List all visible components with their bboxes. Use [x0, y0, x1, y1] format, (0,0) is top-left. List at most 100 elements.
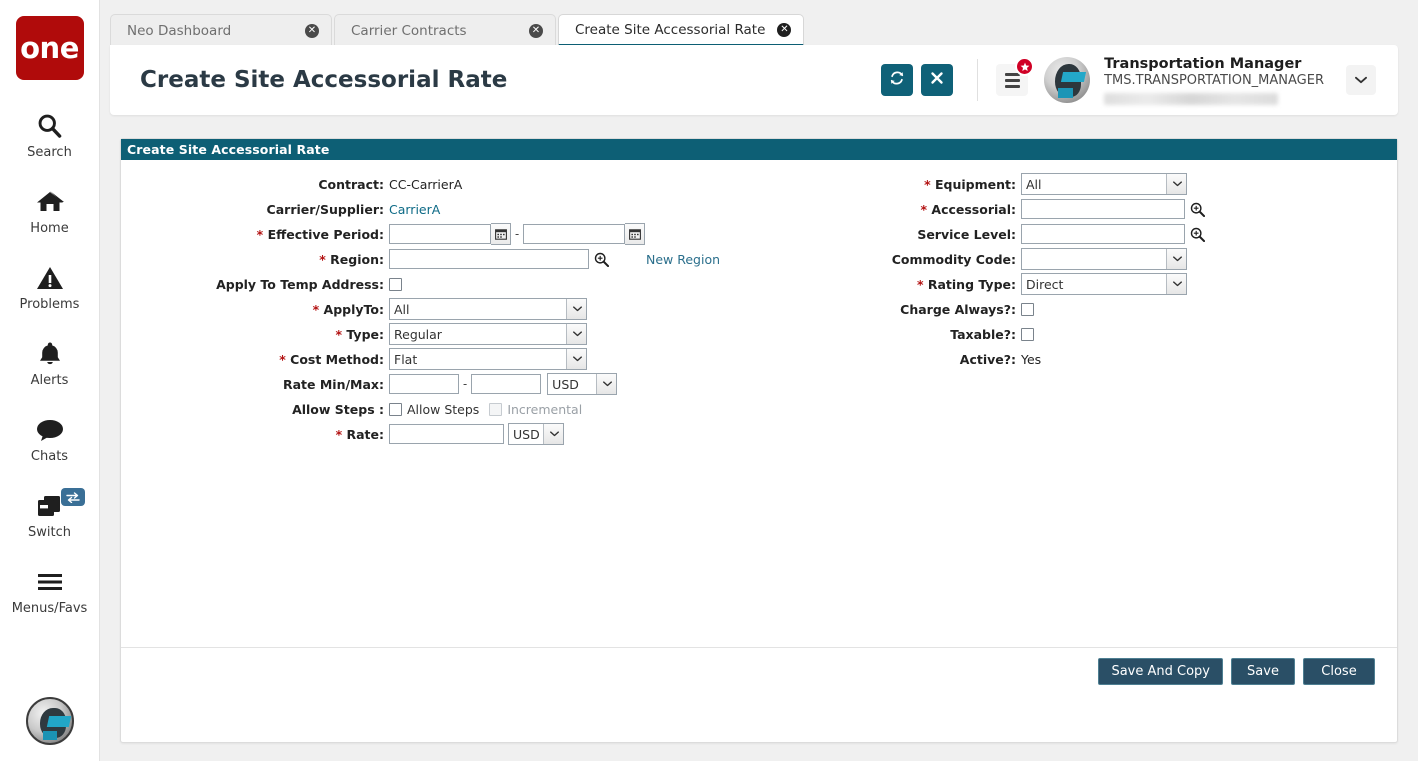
- form-panel: Create Site Accessorial Rate Contract: C…: [120, 138, 1398, 743]
- chevron-down-icon: [1355, 71, 1367, 89]
- incremental-label: Incremental: [507, 402, 582, 417]
- tab-neo-dashboard[interactable]: Neo Dashboard ✕: [110, 14, 332, 46]
- effective-period-label-text: Effective Period:: [268, 227, 384, 242]
- avatar-cyan-accent-secondary: [43, 731, 57, 740]
- applyto-label: * ApplyTo:: [121, 302, 389, 317]
- header-divider: [977, 59, 978, 101]
- service-level-input[interactable]: [1021, 224, 1185, 244]
- allow-steps-label: Allow Steps :: [121, 402, 389, 417]
- rail-item-chats[interactable]: Chats: [0, 400, 99, 476]
- region-search-button[interactable]: [592, 249, 610, 269]
- rail-item-switch[interactable]: Switch: [0, 476, 99, 552]
- region-input[interactable]: [389, 249, 589, 269]
- refresh-button[interactable]: [881, 64, 913, 96]
- rail-label-menus-favs: Menus/Favs: [12, 601, 88, 616]
- field-row-apply-temp-address: Apply To Temp Address:: [121, 272, 741, 296]
- header-user-avatar[interactable]: [1044, 57, 1090, 103]
- save-and-copy-button[interactable]: Save And Copy: [1098, 658, 1223, 685]
- active-label: Active?:: [781, 352, 1021, 367]
- rail-item-alerts[interactable]: Alerts: [0, 324, 99, 400]
- close-button[interactable]: Close: [1303, 658, 1375, 685]
- effective-period-to-input[interactable]: [523, 224, 625, 244]
- equipment-label: * Equipment:: [781, 177, 1021, 192]
- x-icon: [930, 71, 944, 90]
- accessorial-label-text: Accessorial:: [931, 202, 1016, 217]
- accessorial-input[interactable]: [1021, 199, 1185, 219]
- charge-always-checkbox[interactable]: [1021, 303, 1034, 316]
- taxable-checkbox[interactable]: [1021, 328, 1034, 341]
- rate-min-max-currency-select[interactable]: USD: [547, 373, 617, 395]
- rail-item-menus-favs[interactable]: Menus/Favs: [0, 552, 99, 628]
- field-row-active: Active?: Yes: [781, 347, 1381, 371]
- field-row-rating-type: * Rating Type: Direct: [781, 272, 1381, 296]
- user-menu-button[interactable]: [1346, 65, 1376, 95]
- user-id: TMS.TRANSPORTATION_MANAGER: [1104, 73, 1324, 89]
- carrier-supplier-label: Carrier/Supplier:: [121, 202, 389, 217]
- swap-arrows-icon[interactable]: [61, 488, 85, 506]
- applyto-label-text: ApplyTo:: [324, 302, 384, 317]
- rate-min-input[interactable]: [389, 374, 459, 394]
- tab-carrier-contracts[interactable]: Carrier Contracts ✕: [334, 14, 556, 46]
- rate-max-input[interactable]: [471, 374, 541, 394]
- new-region-link[interactable]: New Region: [646, 252, 720, 267]
- calendar-icon: [629, 228, 641, 240]
- close-circle-icon[interactable]: ✕: [529, 24, 543, 38]
- cost-method-label-text: Cost Method:: [290, 352, 384, 367]
- panel-footer: Save And Copy Save Close: [121, 647, 1397, 695]
- commodity-code-select[interactable]: [1021, 248, 1187, 270]
- rail-label-switch: Switch: [28, 525, 71, 540]
- carrier-supplier-link[interactable]: CarrierA: [389, 202, 440, 217]
- rail-label-alerts: Alerts: [31, 373, 69, 388]
- rail-item-home[interactable]: Home: [0, 172, 99, 248]
- rail-label-problems: Problems: [20, 297, 80, 312]
- commodity-code-select-wrap: [1021, 248, 1187, 270]
- accessorial-search-button[interactable]: [1188, 199, 1206, 219]
- effective-period-from-input[interactable]: [389, 224, 491, 244]
- close-circle-icon[interactable]: ✕: [777, 23, 791, 37]
- type-select[interactable]: Regular: [389, 323, 587, 345]
- rail-item-search[interactable]: Search: [0, 96, 99, 172]
- cost-method-label: * Cost Method:: [121, 352, 389, 367]
- close-circle-icon[interactable]: ✕: [305, 24, 319, 38]
- avatar-cyan-accent: [47, 716, 71, 727]
- user-name: Transportation Manager: [1104, 55, 1324, 73]
- form-body: Contract: CC-CarrierA Carrier/Supplier: …: [121, 160, 1397, 695]
- effective-period-to-calendar-button[interactable]: [625, 223, 645, 245]
- effective-period-separator: -: [515, 227, 519, 241]
- rating-type-select[interactable]: Direct: [1021, 273, 1187, 295]
- cost-method-select[interactable]: Flat: [389, 348, 587, 370]
- notifications-menu-button[interactable]: [996, 64, 1028, 96]
- rate-currency-select[interactable]: USD: [508, 423, 564, 445]
- refresh-icon: [889, 70, 905, 91]
- save-button[interactable]: Save: [1231, 658, 1295, 685]
- rail-label-search: Search: [27, 145, 72, 160]
- accessorial-label: * Accessorial:: [781, 202, 1021, 217]
- tab-label: Carrier Contracts: [351, 23, 467, 39]
- required-asterisk: *: [313, 302, 320, 317]
- rate-min-max-separator: -: [463, 377, 467, 391]
- windows-stack-icon: [35, 489, 65, 523]
- active-value: Yes: [1021, 352, 1041, 367]
- apply-temp-address-checkbox[interactable]: [389, 278, 402, 291]
- rate-input[interactable]: [389, 424, 504, 444]
- applyto-select[interactable]: All: [389, 298, 587, 320]
- effective-period-from-calendar-button[interactable]: [491, 223, 511, 245]
- field-row-service-level: Service Level:: [781, 222, 1381, 246]
- allow-steps-checkbox[interactable]: [389, 403, 402, 416]
- field-row-applyto: * ApplyTo: All: [121, 297, 741, 321]
- close-page-button[interactable]: [921, 64, 953, 96]
- service-level-search-button[interactable]: [1188, 224, 1206, 244]
- tab-create-site-accessorial-rate[interactable]: Create Site Accessorial Rate ✕: [558, 14, 804, 46]
- rail-item-problems[interactable]: Problems: [0, 248, 99, 324]
- tab-label: Neo Dashboard: [127, 23, 231, 39]
- logo-text: one: [20, 31, 79, 65]
- rate-label-text: Rate:: [346, 427, 384, 442]
- equipment-select[interactable]: All: [1021, 173, 1187, 195]
- left-navigation-rail: one Search Home Problems: [0, 0, 100, 761]
- page-header: Create Site Accessorial Rate: [110, 45, 1398, 115]
- field-row-rate-min-max: Rate Min/Max: - USD: [121, 372, 741, 396]
- field-row-commodity-code: Commodity Code:: [781, 247, 1381, 271]
- user-avatar-icon[interactable]: [26, 697, 74, 745]
- field-row-effective-period: * Effective Period: -: [121, 222, 741, 246]
- equipment-select-wrap: All: [1021, 173, 1187, 195]
